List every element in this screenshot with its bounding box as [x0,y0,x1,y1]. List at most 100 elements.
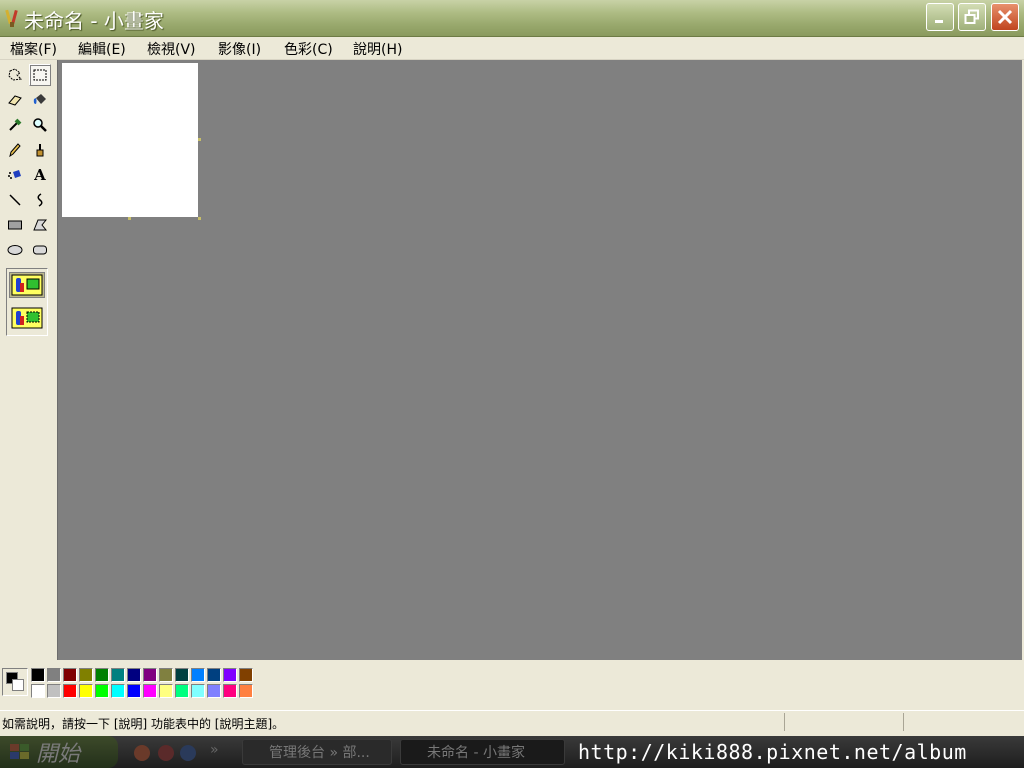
start-label: 開始 [36,742,81,767]
background-color[interactable] [12,679,24,691]
rectangle-tool[interactable] [4,214,26,236]
color-swatch[interactable] [175,668,189,682]
resize-handle-right[interactable] [198,138,201,141]
minimize-button[interactable] [926,3,954,31]
title-bar[interactable]: 未命名 - 小畫家 [0,0,1024,37]
rect-select-icon [33,69,47,81]
line-tool[interactable] [4,189,26,211]
color-swatch[interactable] [159,668,173,682]
color-swatch[interactable] [175,684,189,698]
color-swatch[interactable] [239,668,253,682]
windows-logo-icon [10,744,29,759]
line-icon [9,194,21,206]
menu-bar: 檔案(F) 編輯(E) 檢視(V) 影像(I) 色彩(C) 說明(H) [0,37,1024,60]
color-swatch[interactable] [79,684,93,698]
color-swatch[interactable] [207,668,221,682]
color-swatch[interactable] [191,684,205,698]
ellipse-icon [7,245,23,255]
rounded-rect-tool[interactable] [29,239,51,261]
task-button-admin[interactable]: 管理後台 » 部... [242,739,392,765]
browser-quicklaunch-icon[interactable] [134,745,150,761]
color-swatch[interactable] [31,684,45,698]
transparent-selection-icon [11,307,43,329]
window-title: 未命名 - 小畫家 [24,9,164,33]
color-swatch[interactable] [63,668,77,682]
opaque-selection-icon [11,274,43,296]
menu-view[interactable]: 檢視(V) [145,39,198,59]
color-swatch[interactable] [95,668,109,682]
pencil-tool[interactable] [4,139,26,161]
rect-select-tool[interactable] [29,64,51,86]
paint-app-icon[interactable] [4,8,20,28]
menu-edit[interactable]: 編輯(E) [76,39,128,59]
color-swatch[interactable] [223,684,237,698]
color-swatch[interactable] [191,668,205,682]
close-button[interactable] [991,3,1019,31]
airbrush-tool[interactable] [4,164,26,186]
watermark-text: http://kiki888.pixnet.net/album [578,740,967,764]
menu-colors[interactable]: 色彩(C) [282,39,335,59]
text-icon: A [34,166,46,184]
polygon-icon [33,219,48,231]
color-swatch[interactable] [111,668,125,682]
drawing-canvas[interactable] [62,63,198,217]
free-form-select-icon [8,68,23,81]
status-pane-size [903,713,1022,731]
curve-tool[interactable] [29,189,51,211]
resize-handle-bottom[interactable] [128,217,131,220]
pencil-icon [9,143,21,158]
color-swatch[interactable] [143,684,157,698]
close-icon [997,9,1013,25]
eraser-tool[interactable] [4,89,26,111]
rounded-rect-icon [33,245,47,255]
fill-bucket-icon [33,94,46,104]
eyedropper-tool[interactable] [4,114,26,136]
fill-bucket-tool[interactable] [29,89,51,111]
color-swatch[interactable] [127,684,141,698]
curve-icon [37,193,43,207]
brush-icon [36,144,44,157]
magnifier-icon [33,118,47,132]
quicklaunch-more-icon[interactable]: » [210,742,219,758]
color-swatch[interactable] [47,668,61,682]
player-quicklaunch-icon[interactable] [180,745,196,761]
rectangle-icon [8,220,22,230]
media-quicklaunch-icon[interactable] [158,745,174,761]
menu-help[interactable]: 說明(H) [351,39,404,59]
minimize-icon [935,20,943,23]
free-form-select-tool[interactable] [4,64,26,86]
tool-options-panel [6,268,48,336]
color-swatch[interactable] [143,668,157,682]
color-swatch[interactable] [111,684,125,698]
menu-file[interactable]: 檔案(F) [8,39,59,59]
color-swatch[interactable] [79,668,93,682]
color-palette [0,662,1024,708]
menu-image[interactable]: 影像(I) [216,39,263,59]
eraser-icon [8,95,22,106]
color-swatch[interactable] [127,668,141,682]
color-swatch[interactable] [31,668,45,682]
restore-button[interactable] [958,3,986,31]
color-swatch[interactable] [207,684,221,698]
text-tool[interactable]: A [29,164,51,186]
toolbox: A [0,60,56,660]
resize-handle-corner[interactable] [198,217,201,220]
magnifier-tool[interactable] [29,114,51,136]
current-colors [2,668,28,696]
transparent-selection-option[interactable] [9,305,45,331]
polygon-tool[interactable] [29,214,51,236]
task-button-paint[interactable]: 未命名 - 小畫家 [400,739,565,765]
color-swatch[interactable] [63,684,77,698]
color-swatch[interactable] [47,684,61,698]
ellipse-tool[interactable] [4,239,26,261]
color-swatch[interactable] [239,684,253,698]
brush-tool[interactable] [29,139,51,161]
canvas-workspace [57,60,1023,660]
color-swatch[interactable] [95,684,109,698]
opaque-selection-option[interactable] [9,272,45,298]
color-swatch[interactable] [223,668,237,682]
color-swatch[interactable] [159,684,173,698]
restore-icon [964,9,979,24]
status-bar: 如需說明，請按一下 [說明] 功能表中的 [說明主題]。 [0,710,1024,735]
start-button[interactable]: 開始 [0,736,118,768]
